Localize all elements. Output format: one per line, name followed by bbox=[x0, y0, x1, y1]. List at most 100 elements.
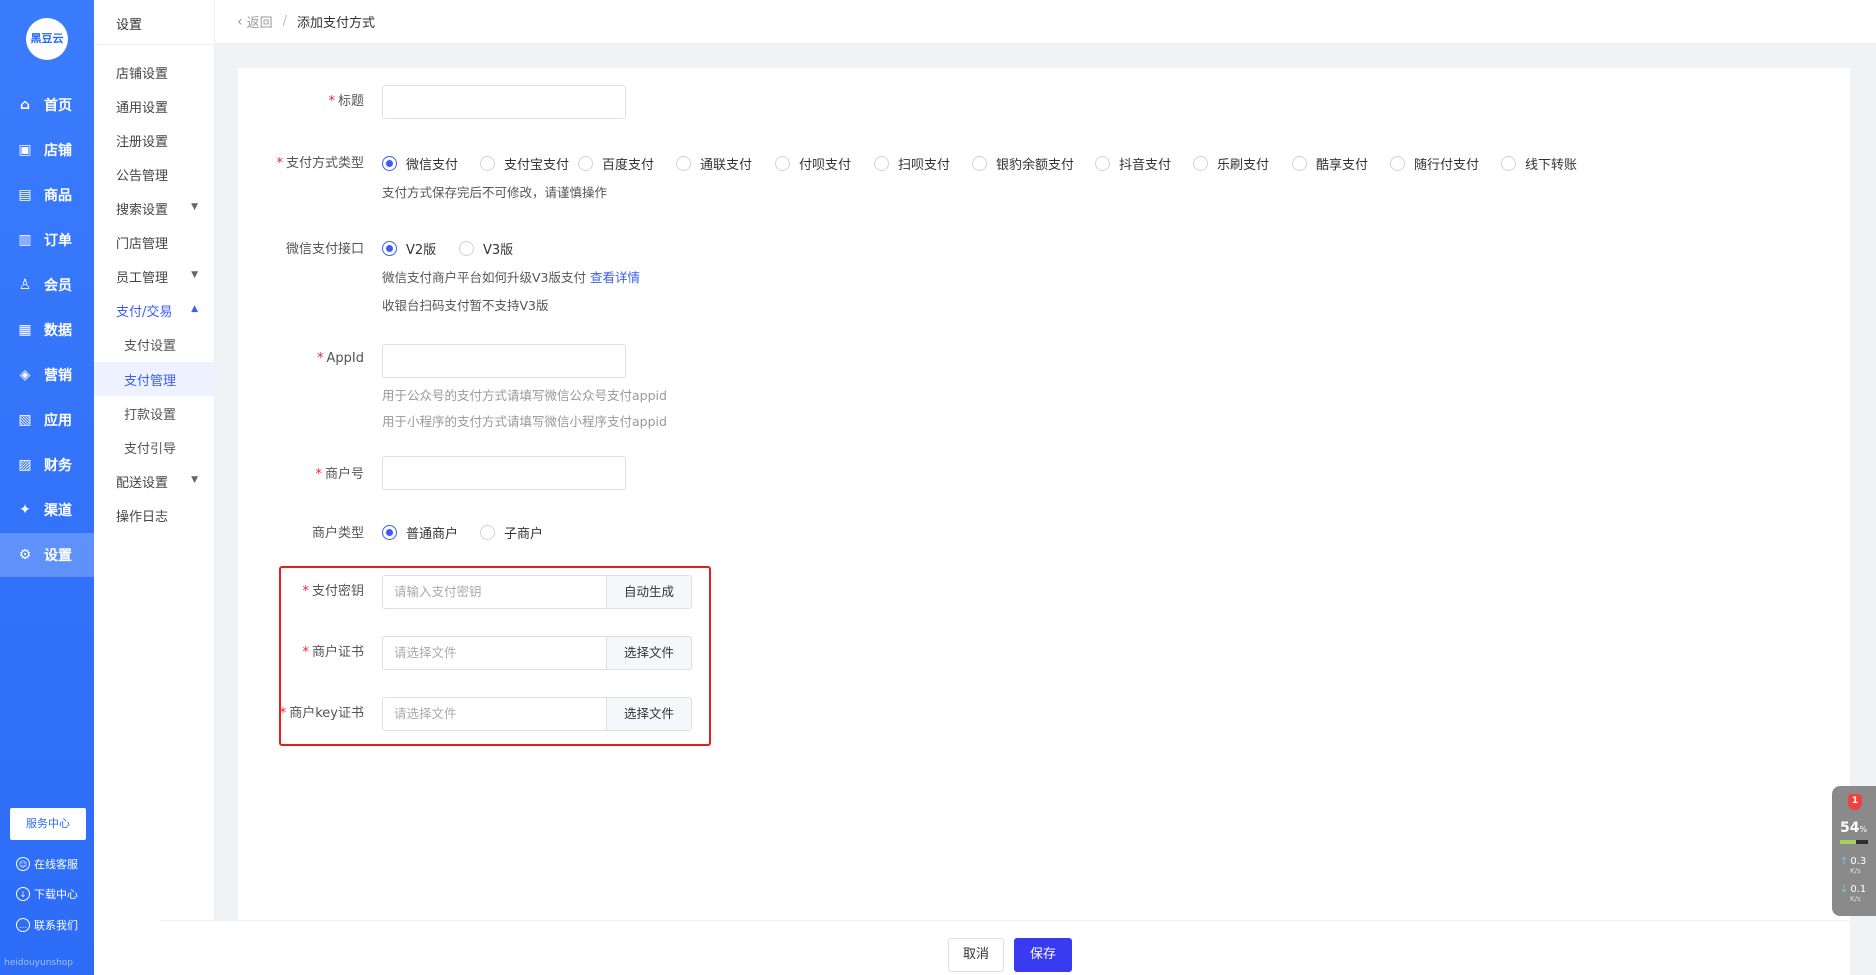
required-mark: * bbox=[302, 645, 309, 660]
required-mark: * bbox=[317, 351, 324, 366]
menu-item-transfer-settings[interactable]: 打款设置 bbox=[124, 404, 214, 423]
option-label: 子商户 bbox=[504, 527, 544, 542]
option-label: 付呗支付 bbox=[799, 158, 852, 173]
back-link[interactable]: ‹ 返回 bbox=[237, 12, 273, 32]
wx-api-radio-group: V2版 V3版 bbox=[382, 239, 513, 258]
nav-settings[interactable]: ⚙ 设置 bbox=[0, 533, 94, 577]
shop-icon: ▣ bbox=[18, 142, 32, 158]
pay-key-input[interactable]: 请输入支付密钥 bbox=[382, 575, 606, 609]
wx-api-label-row: 微信支付接口 bbox=[238, 238, 364, 258]
paytype-option-fubei[interactable]: 付呗支付 bbox=[775, 154, 874, 173]
menu-label: 支付/交易 bbox=[116, 305, 173, 320]
option-label: 乐刷支付 bbox=[1217, 158, 1270, 173]
menu-item-general-settings[interactable]: 通用设置 bbox=[116, 97, 206, 116]
option-label: 微信支付 bbox=[406, 158, 459, 173]
title-input[interactable] bbox=[382, 85, 626, 119]
menu-item-payment-guide[interactable]: 支付引导 bbox=[124, 438, 214, 457]
pay-key-label: * 支付密钥 bbox=[302, 580, 364, 599]
paytype-option-offline[interactable]: 线下转账 bbox=[1501, 154, 1577, 173]
wx-api-option-v2[interactable]: V2版 bbox=[382, 239, 459, 258]
appid-label-row: * AppId bbox=[238, 351, 364, 371]
upload-speed: ↑ 0.3 K/s bbox=[1840, 856, 1866, 875]
paytype-option-yinbao[interactable]: 银豹余额支付 bbox=[972, 154, 1095, 173]
contact-us-link[interactable]: … 联系我们 bbox=[16, 917, 78, 933]
menu-item-staff[interactable]: 员工管理 ▼ bbox=[116, 267, 206, 286]
nav-goods[interactable]: ▤ 商品 bbox=[0, 173, 94, 217]
arrow-down-icon: ↓ bbox=[1840, 884, 1849, 895]
cert-file-input[interactable]: 请选择文件 bbox=[382, 636, 606, 670]
nav-label: 店铺 bbox=[44, 143, 72, 159]
paytype-option-baidu[interactable]: 百度支付 bbox=[578, 154, 676, 173]
save-button[interactable]: 保存 bbox=[1014, 938, 1072, 972]
merchant-type-label-row: 商户类型 bbox=[238, 522, 364, 542]
nav-members[interactable]: ♙ 会员 bbox=[0, 263, 94, 307]
view-details-link[interactable]: 查看详情 bbox=[590, 270, 640, 285]
nav-finance[interactable]: ▨ 财务 bbox=[0, 443, 94, 487]
nav-label: 会员 bbox=[44, 278, 72, 294]
nav-apps[interactable]: ▧ 应用 bbox=[0, 398, 94, 442]
auto-generate-button[interactable]: 自动生成 bbox=[606, 575, 692, 609]
speed-unit: K/s bbox=[1850, 895, 1861, 903]
merchant-type-option-normal[interactable]: 普通商户 bbox=[382, 523, 480, 542]
order-icon: ▥ bbox=[18, 232, 32, 248]
nav-orders[interactable]: ▥ 订单 bbox=[0, 218, 94, 262]
menu-item-shop-settings[interactable]: 店铺设置 bbox=[116, 63, 206, 82]
divider bbox=[94, 44, 215, 45]
menu-item-payment-trade[interactable]: 支付/交易 ▲ bbox=[116, 301, 206, 320]
option-label: 通联支付 bbox=[700, 158, 753, 173]
menu-item-search-settings[interactable]: 搜索设置 ▼ bbox=[116, 199, 206, 218]
paytype-option-saobei[interactable]: 扫呗支付 bbox=[874, 154, 972, 173]
nav-channels[interactable]: ✦ 渠道 bbox=[0, 488, 94, 532]
title-label: * 标题 bbox=[328, 90, 364, 109]
appid-tip-official: 用于公众号的支付方式请填写微信公众号支付appid bbox=[382, 388, 667, 403]
download-center-link[interactable]: ↓ 下载中心 bbox=[16, 886, 78, 902]
nav-home[interactable]: ⌂ 首页 bbox=[0, 83, 94, 127]
paytype-option-douyin[interactable]: 抖音支付 bbox=[1095, 154, 1193, 173]
merchant-no-input[interactable] bbox=[382, 456, 626, 490]
radio bbox=[1501, 156, 1516, 171]
radio bbox=[1095, 156, 1110, 171]
paytype-option-leshua[interactable]: 乐刷支付 bbox=[1193, 154, 1292, 173]
menu-item-payment-management[interactable]: 支付管理 bbox=[124, 370, 214, 389]
shield-icon: 1 bbox=[1848, 794, 1862, 810]
menu-item-delivery-settings[interactable]: 配送设置 ▼ bbox=[116, 472, 206, 491]
paytype-option-alipay[interactable]: 支付宝支付 bbox=[480, 154, 578, 173]
radio bbox=[972, 156, 987, 171]
network-speed-widget[interactable]: 1 54% ↑ 0.3 K/s ↓ 0.1 K/s bbox=[1832, 786, 1876, 916]
support-avatar-icon: ☺ bbox=[16, 857, 30, 871]
paytype-option-kuxiang[interactable]: 酷享支付 bbox=[1292, 154, 1390, 173]
cancel-button[interactable]: 取消 bbox=[948, 938, 1004, 972]
key-cert-choose-file-button[interactable]: 选择文件 bbox=[606, 697, 692, 731]
nav-marketing[interactable]: ◈ 营销 bbox=[0, 353, 94, 397]
wx-api-option-v3[interactable]: V3版 bbox=[459, 239, 513, 258]
online-support-link[interactable]: ☺ 在线客服 bbox=[16, 856, 78, 872]
menu-item-stores[interactable]: 门店管理 bbox=[116, 233, 206, 252]
radio bbox=[578, 156, 593, 171]
nav-shop[interactable]: ▣ 店铺 bbox=[0, 128, 94, 172]
pay-key-label-row: * 支付密钥 bbox=[238, 580, 364, 600]
download-speed: ↓ 0.1 K/s bbox=[1840, 884, 1866, 903]
key-cert-file-input[interactable]: 请选择文件 bbox=[382, 697, 606, 731]
menu-item-operation-log[interactable]: 操作日志 bbox=[116, 506, 206, 525]
percent-unit: % bbox=[1859, 825, 1868, 834]
option-label: 酷享支付 bbox=[1316, 158, 1369, 173]
key-cert-label-row: * 商户key证书 bbox=[238, 702, 364, 722]
merchant-type-option-sub[interactable]: 子商户 bbox=[480, 523, 543, 542]
menu-item-notice[interactable]: 公告管理 bbox=[116, 165, 206, 184]
paytype-option-allinpay[interactable]: 通联支付 bbox=[676, 154, 775, 173]
label-text: 商户证书 bbox=[311, 645, 364, 660]
paytype-option-wechat[interactable]: 微信支付 bbox=[382, 154, 480, 173]
menu-item-register-settings[interactable]: 注册设置 bbox=[116, 131, 206, 150]
appid-input[interactable] bbox=[382, 344, 626, 378]
menu-item-payment-settings[interactable]: 支付设置 bbox=[124, 335, 214, 354]
label-text: 支付密钥 bbox=[311, 584, 364, 599]
nav-data[interactable]: ▦ 数据 bbox=[0, 308, 94, 352]
appid-tip-miniprogram: 用于小程序的支付方式请填写微信小程序支付appid bbox=[382, 414, 667, 429]
logo[interactable]: 黑豆云 bbox=[26, 18, 68, 60]
service-center-button[interactable]: 服务中心 bbox=[10, 808, 86, 840]
menu-label: 配送设置 bbox=[116, 476, 169, 491]
cert-choose-file-button[interactable]: 选择文件 bbox=[606, 636, 692, 670]
paytype-option-suixingfu[interactable]: 随行付支付 bbox=[1390, 154, 1501, 173]
speed-unit: K/s bbox=[1850, 867, 1861, 875]
percent-value: 54 bbox=[1840, 820, 1860, 836]
